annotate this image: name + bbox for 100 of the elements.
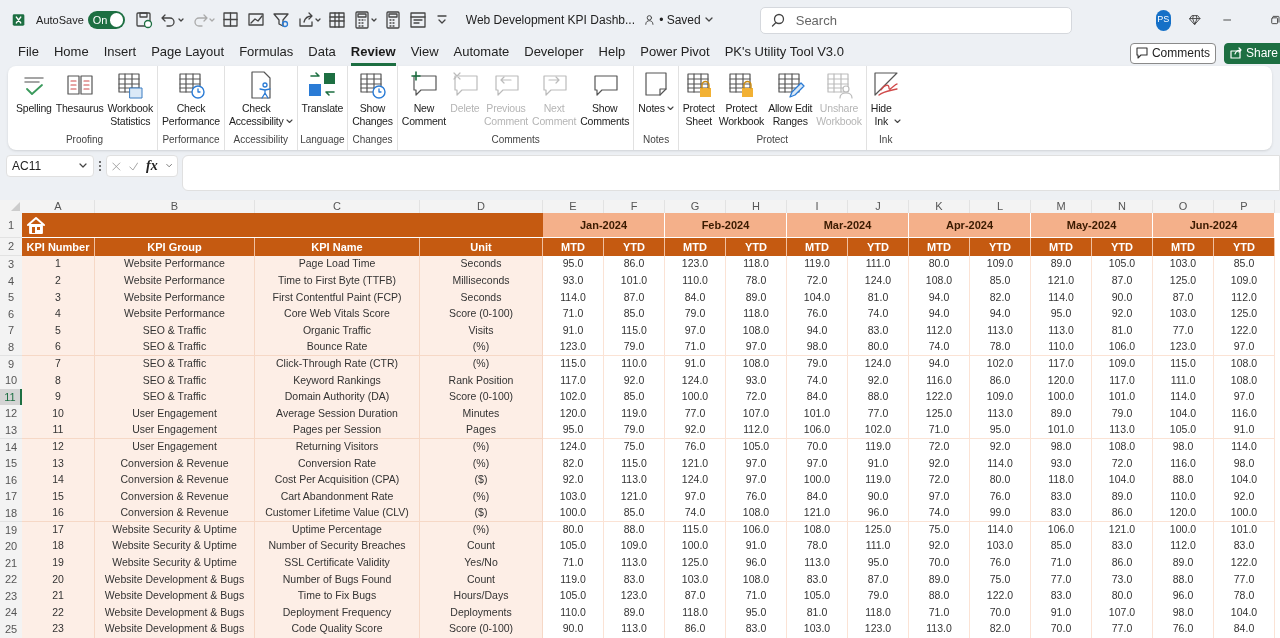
name-box[interactable]: AC11: [6, 155, 94, 177]
table-cell: 15: [22, 488, 95, 506]
table-pencil-icon: [775, 70, 806, 100]
insert-function-button[interactable]: fx: [146, 159, 158, 173]
table-cell: 91.0: [543, 322, 604, 340]
ribbon-button[interactable]: New Comment: [399, 70, 448, 128]
ribbon-button[interactable]: Thesaurus: [53, 70, 106, 115]
table-cell: 81.0: [787, 604, 848, 622]
autosave-toggle[interactable]: On: [87, 11, 125, 29]
more-icon[interactable]: [98, 159, 102, 173]
ribbon-button[interactable]: Spelling: [14, 70, 54, 115]
menu-tab[interactable]: View: [410, 40, 439, 66]
row-number[interactable]: 2: [0, 238, 22, 256]
row-number[interactable]: 24: [0, 604, 22, 622]
group-label: Ink: [879, 134, 893, 146]
table-cell: 83.0: [787, 571, 848, 589]
table-cell: 113.0: [909, 621, 970, 638]
table-cell: 74.0: [787, 372, 848, 390]
table-cell: 90.0: [543, 621, 604, 638]
table-cell: 123.0: [848, 621, 909, 638]
home-icon[interactable]: [26, 215, 46, 235]
table-cell: 77.0: [1153, 322, 1214, 340]
row-number[interactable]: 1: [0, 213, 22, 238]
share-icon[interactable]: [296, 11, 321, 29]
search-field[interactable]: Search: [759, 6, 1072, 34]
table-cell: 83.0: [848, 322, 909, 340]
table-cell: 108.0: [726, 322, 787, 340]
table-cell: 89.0: [1092, 488, 1153, 506]
ribbon-button[interactable]: Protect Sheet: [680, 70, 717, 128]
table-cell: 78.0: [787, 538, 848, 556]
table-cell: 114.0: [1031, 289, 1092, 307]
ribbon-button[interactable]: Workbook Statistics: [105, 70, 156, 128]
ribbon-button[interactable]: Check Performance: [160, 70, 222, 128]
spreadsheet-logo-icon[interactable]: [12, 11, 26, 29]
save-icon[interactable]: [134, 11, 153, 29]
column-header: KPI Name: [255, 238, 420, 256]
row-number[interactable]: 15: [0, 455, 22, 473]
calculator-icon[interactable]: [383, 11, 402, 29]
diamond-icon[interactable]: [1188, 13, 1201, 27]
table-cell: Minutes: [420, 405, 543, 423]
menu-tab[interactable]: Home: [53, 40, 89, 66]
menu-tab[interactable]: PK's Utility Tool V3.0: [724, 40, 844, 66]
row-number[interactable]: 5: [0, 289, 22, 307]
calculator-icon[interactable]: [352, 11, 377, 29]
chart-icon[interactable]: [246, 11, 265, 29]
table-icon[interactable]: [327, 11, 346, 29]
table-cell: 18: [22, 538, 95, 556]
ribbon-button[interactable]: Translate: [299, 70, 346, 115]
table-cell: 100.0: [665, 538, 726, 556]
table-cell: Website Development & Bugs: [95, 604, 255, 622]
row-number[interactable]: 10: [0, 372, 22, 390]
table-cell: 116.0: [1153, 455, 1214, 473]
row-number[interactable]: 20: [0, 538, 22, 556]
restore-icon[interactable]: [1271, 14, 1280, 26]
ribbon-button[interactable]: Allow Edit Ranges: [766, 70, 815, 128]
table-cell: 90.0: [1092, 289, 1153, 307]
table-cell: 103.0: [543, 488, 604, 506]
share-button[interactable]: Share: [1223, 42, 1280, 64]
ribbon-button[interactable]: Notes: [636, 70, 676, 115]
grid-icon[interactable]: [221, 11, 240, 29]
save-status[interactable]: • Saved: [659, 11, 714, 29]
document-title[interactable]: Web Development KPI Dashb...: [465, 11, 635, 29]
ribbon-button[interactable]: Protect Workbook: [716, 70, 767, 128]
ribbon-button[interactable]: Show Comments: [578, 70, 632, 128]
menu-tab[interactable]: Insert: [103, 40, 137, 66]
menu-tab[interactable]: Page Layout: [151, 40, 225, 66]
menu-tab[interactable]: Formulas: [239, 40, 294, 66]
column-header: MTD: [543, 238, 604, 256]
month-header: Mar-2024: [787, 213, 909, 238]
table-cell: 72.0: [1092, 455, 1153, 473]
table-cell: 110.0: [543, 604, 604, 622]
group-label: Language: [300, 134, 345, 146]
row-number[interactable]: 7: [0, 322, 22, 340]
table-cell: 13: [22, 455, 95, 473]
row-number[interactable]: 17: [0, 488, 22, 506]
menu-tab[interactable]: Developer: [524, 40, 584, 66]
ribbon-button[interactable]: Show Changes: [350, 70, 395, 128]
menu-tab[interactable]: Automate: [453, 40, 510, 66]
row-number[interactable]: 22: [0, 571, 22, 589]
user-avatar[interactable]: PS: [1155, 9, 1171, 31]
table-cell: SEO & Traffic: [95, 322, 255, 340]
table-cell: Cart Abandonment Rate: [255, 488, 420, 506]
table-cell: 86.0: [665, 621, 726, 638]
row-number[interactable]: 12: [0, 405, 22, 423]
formula-input[interactable]: [182, 155, 1280, 191]
table-cell: Code Quality Score: [255, 621, 420, 638]
ribbon-button[interactable]: Hide Ink: [868, 70, 903, 128]
ribbon-button[interactable]: Check Accessibility: [227, 70, 295, 128]
table-cell: Website Development & Bugs: [95, 621, 255, 638]
row-number[interactable]: 25: [0, 621, 22, 638]
menu-tab[interactable]: File: [18, 40, 39, 66]
row-number[interactable]: 3: [0, 256, 22, 274]
menu-tab[interactable]: Help: [598, 40, 626, 66]
menu-tab[interactable]: Data: [308, 40, 336, 66]
menu-tab[interactable]: Power Pivot: [640, 40, 710, 66]
form-icon[interactable]: [408, 11, 427, 29]
table-cell: 105.0: [543, 538, 604, 556]
filter-icon[interactable]: [271, 11, 290, 29]
table-cell: 91.0: [726, 538, 787, 556]
comments-button[interactable]: Comments: [1129, 42, 1216, 64]
